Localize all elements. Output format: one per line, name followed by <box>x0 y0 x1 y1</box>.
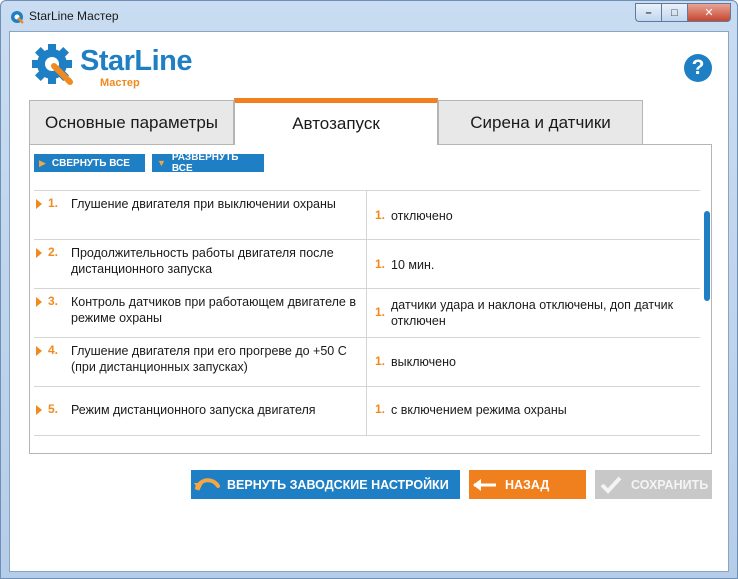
scrollbar-thumb[interactable] <box>704 211 710 301</box>
window-title: StarLine Мастер <box>29 9 119 23</box>
expand-arrow-icon[interactable] <box>36 346 42 356</box>
setting-number: 3. <box>48 294 59 308</box>
expand-arrow-icon[interactable] <box>36 405 42 415</box>
triangle-down-icon: ▼ <box>157 158 166 168</box>
tab-label: Сирена и датчики <box>470 112 611 132</box>
setting-name-cell[interactable]: 5. Режим дистанционного запуска двигател… <box>34 387 367 435</box>
back-button[interactable]: НАЗАД <box>469 470 586 499</box>
collapse-all-button[interactable]: ▶ СВЕРНУТЬ ВСЕ <box>34 154 145 172</box>
close-icon: ✕ <box>704 7 714 19</box>
starline-logo: StarLine Мастер <box>30 42 200 90</box>
setting-label: Режим дистанционного запуска двигателя <box>71 403 316 417</box>
reset-label: ВЕРНУТЬ ЗАВОДСКИЕ НАСТРОЙКИ <box>227 477 449 492</box>
triangle-right-icon: ▶ <box>39 157 46 168</box>
logo-text: StarLine <box>80 45 193 77</box>
option-number: 1. <box>375 257 386 271</box>
tab-siren-sensors[interactable]: Сирена и датчики <box>438 100 643 144</box>
setting-value: датчики удара и наклона отключены, доп д… <box>391 298 674 328</box>
expand-arrow-icon[interactable] <box>36 248 42 258</box>
table-row[interactable]: 2. Продолжительность работы двигателя по… <box>34 240 700 289</box>
setting-value-cell[interactable]: 1. датчики удара и наклона отключены, до… <box>367 289 700 337</box>
setting-value: отключено <box>391 209 453 223</box>
save-button[interactable]: СОХРАНИТЬ <box>595 470 712 499</box>
table-row[interactable]: 4. Глушение двигателя при его прогреве д… <box>34 338 700 387</box>
arrow-left-icon <box>469 478 501 492</box>
setting-value: выключено <box>391 355 456 369</box>
tab-autostart[interactable]: Автозапуск <box>234 98 438 145</box>
setting-value-cell[interactable]: 1. 10 мин. <box>367 240 700 288</box>
setting-name-cell[interactable]: 3. Контроль датчиков при работающем двиг… <box>34 289 367 337</box>
expand-arrow-icon[interactable] <box>36 297 42 307</box>
reset-factory-settings-button[interactable]: ВЕРНУТЬ ЗАВОДСКИЕ НАСТРОЙКИ <box>191 470 460 499</box>
maximize-icon: □ <box>671 6 678 19</box>
option-number: 1. <box>375 208 386 222</box>
undo-arrow-icon <box>191 476 223 494</box>
setting-value: с включением режима охраны <box>391 403 567 417</box>
expand-all-label: РАЗВЕРНУТЬ ВСЕ <box>171 152 239 174</box>
setting-number: 1. <box>48 196 59 210</box>
setting-value-cell[interactable]: 1. отключено <box>367 191 700 239</box>
vertical-scrollbar[interactable] <box>704 205 710 451</box>
checkmark-icon <box>595 476 627 494</box>
option-number: 1. <box>375 354 386 368</box>
tab-label: Автозапуск <box>292 114 380 133</box>
setting-number: 4. <box>48 343 59 357</box>
settings-table: 1. Глушение двигателя при выключении охр… <box>34 190 700 452</box>
help-button[interactable]: ? <box>684 54 712 82</box>
app-window: StarLine Мастер – □ ✕ StarLine Мастер ? … <box>0 0 738 579</box>
close-button[interactable]: ✕ <box>687 3 731 22</box>
help-icon: ? <box>691 56 705 79</box>
tab-label: Основные параметры <box>45 112 218 132</box>
title-bar[interactable]: StarLine Мастер – □ ✕ <box>1 1 737 31</box>
minimize-button[interactable]: – <box>635 3 661 22</box>
setting-name-cell[interactable]: 4. Глушение двигателя при его прогреве д… <box>34 338 367 386</box>
setting-name-cell[interactable]: 1. Глушение двигателя при выключении охр… <box>34 191 367 239</box>
tab-basic-parameters[interactable]: Основные параметры <box>29 100 234 144</box>
table-row[interactable]: 5. Режим дистанционного запуска двигател… <box>34 387 700 436</box>
option-number: 1. <box>375 402 386 416</box>
setting-name-cell[interactable]: 2. Продолжительность работы двигателя по… <box>34 240 367 288</box>
setting-number: 5. <box>48 402 59 416</box>
settings-panel: ▶ СВЕРНУТЬ ВСЕ ▼ РАЗВЕРНУТЬ ВСЕ 1. Глуше… <box>29 144 712 454</box>
window-controls: – □ ✕ <box>635 3 731 22</box>
setting-number: 2. <box>48 245 59 259</box>
starline-app-icon <box>11 11 24 24</box>
table-row[interactable]: 1. Глушение двигателя при выключении охр… <box>34 191 700 240</box>
expand-arrow-icon[interactable] <box>36 199 42 209</box>
setting-value-cell[interactable]: 1. выключено <box>367 338 700 386</box>
client-area: StarLine Мастер ? Основные параметры Авт… <box>9 31 729 572</box>
setting-label: Глушение двигателя при его прогреве до +… <box>71 344 347 374</box>
back-label: НАЗАД <box>505 477 550 492</box>
setting-label: Продолжительность работы двигателя после… <box>71 246 334 276</box>
expand-all-button[interactable]: ▼ РАЗВЕРНУТЬ ВСЕ <box>152 152 264 174</box>
minimize-icon: – <box>645 6 652 19</box>
maximize-button[interactable]: □ <box>661 3 687 22</box>
logo-subtitle: Мастер <box>100 77 140 89</box>
gear-wrench-logo-icon <box>32 44 73 85</box>
setting-value: 10 мин. <box>391 258 435 272</box>
table-row[interactable]: 3. Контроль датчиков при работающем двиг… <box>34 289 700 338</box>
collapse-all-label: СВЕРНУТЬ ВСЕ <box>51 157 130 169</box>
setting-label: Контроль датчиков при работающем двигате… <box>71 295 356 325</box>
save-label: СОХРАНИТЬ <box>631 477 709 492</box>
setting-value-cell[interactable]: 1. с включением режима охраны <box>367 387 700 435</box>
option-number: 1. <box>375 305 386 319</box>
setting-label: Глушение двигателя при выключении охраны <box>71 197 336 211</box>
